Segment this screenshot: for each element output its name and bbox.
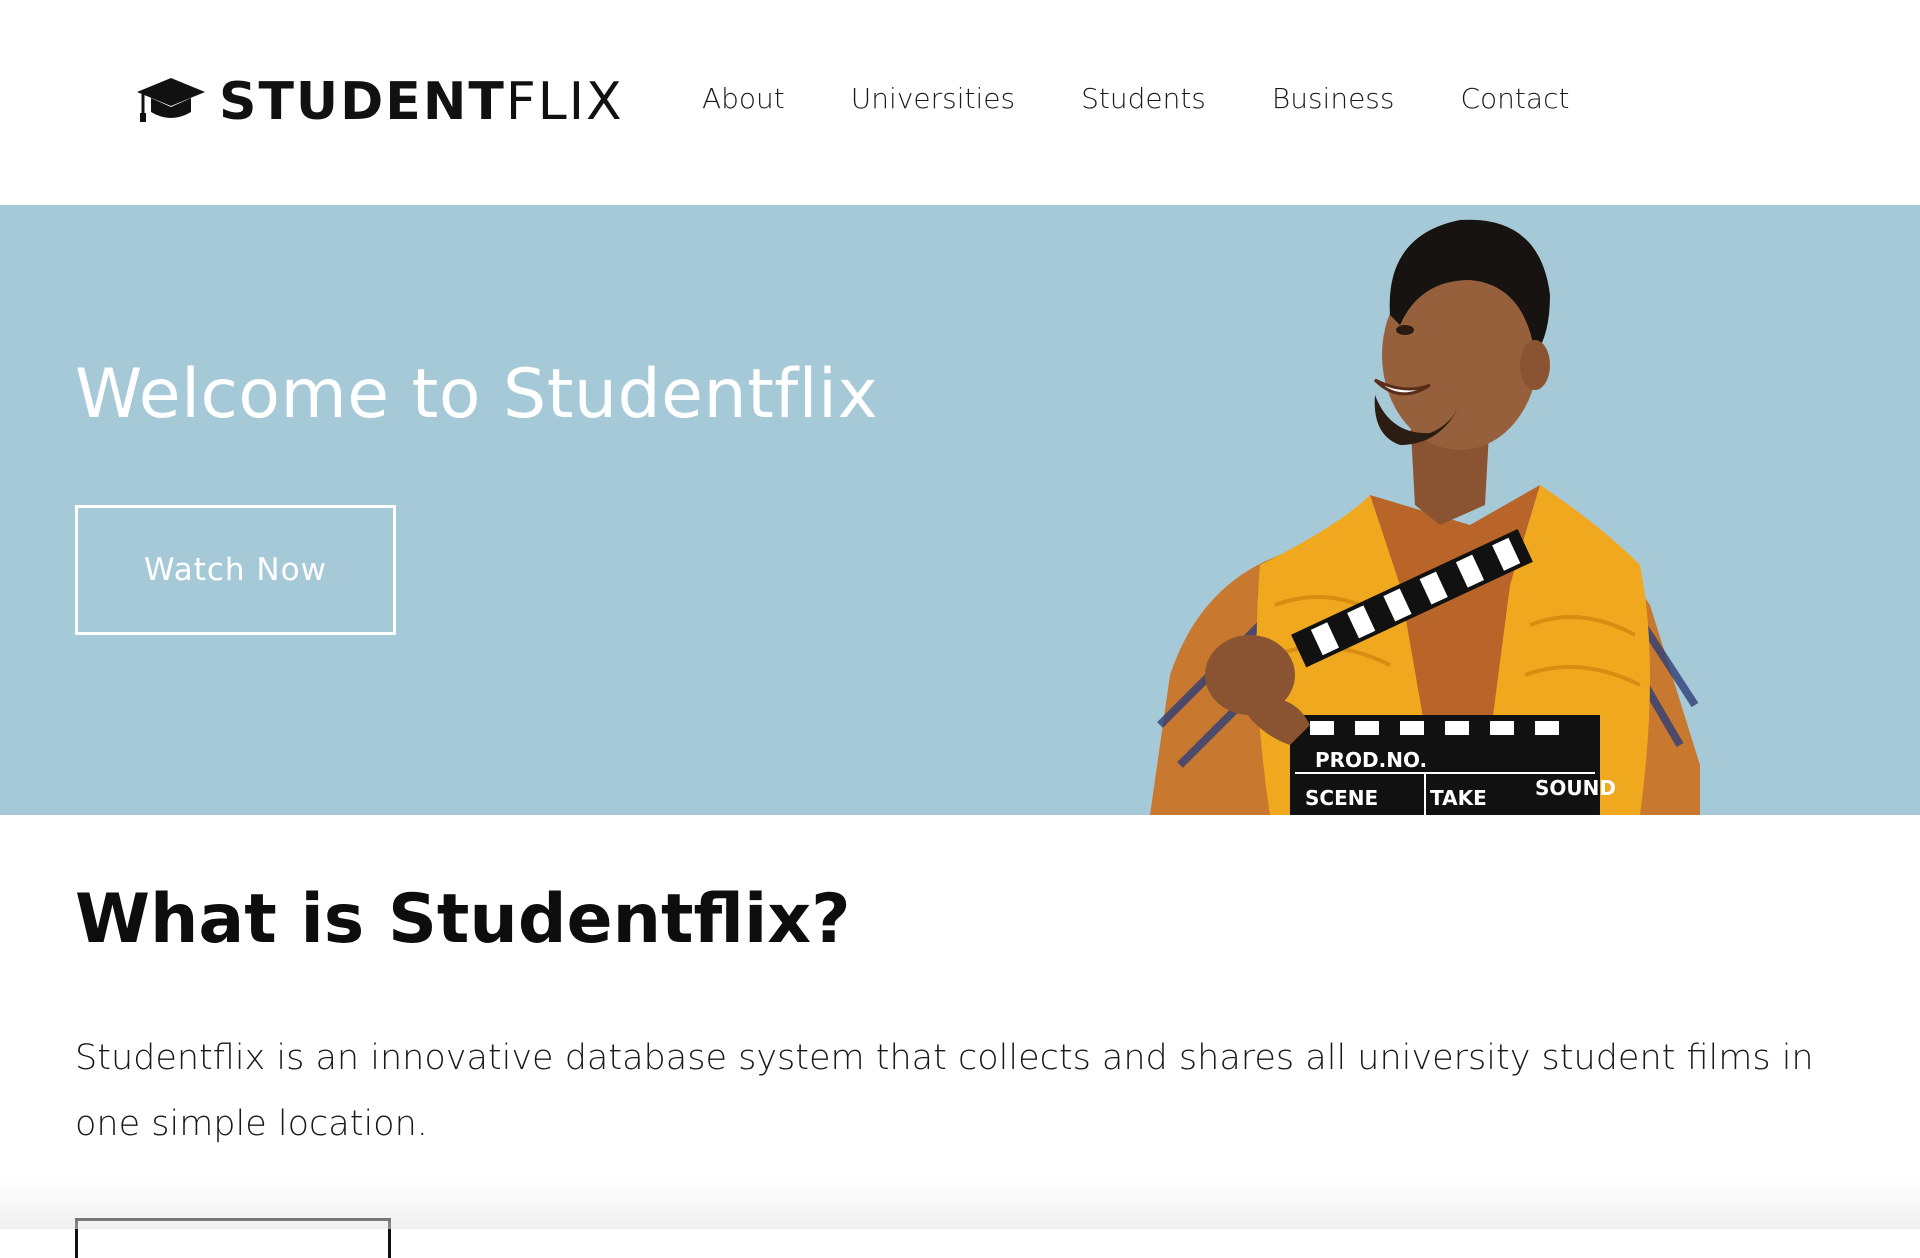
section-body: Studentflix is an innovative database sy… bbox=[75, 1038, 1814, 1144]
logo-text: STUDENTFLIX bbox=[219, 76, 624, 128]
section-title: What is Studentflix? bbox=[75, 880, 851, 959]
watch-now-button[interactable]: Watch Now bbox=[75, 505, 396, 635]
logo-text-light: FLIX bbox=[505, 72, 624, 132]
nav-business[interactable]: Business bbox=[1272, 82, 1395, 115]
site-logo[interactable]: STUDENTFLIX bbox=[135, 72, 624, 132]
clapper-prod-no: PROD.NO. bbox=[1315, 748, 1427, 772]
nav-about[interactable]: About bbox=[702, 82, 785, 115]
graduation-cap-icon bbox=[137, 78, 205, 122]
clapper-scene: SCENE bbox=[1305, 786, 1378, 810]
site-header: STUDENTFLIX About Universities Students … bbox=[0, 0, 1920, 205]
logo-text-bold: STUDENT bbox=[219, 72, 506, 132]
section-button[interactable] bbox=[75, 1218, 391, 1258]
nav-contact[interactable]: Contact bbox=[1461, 82, 1570, 115]
clapper-sound: SOUND bbox=[1535, 776, 1616, 800]
nav-students[interactable]: Students bbox=[1081, 82, 1206, 115]
main-nav: About Universities Students Business Con… bbox=[702, 82, 1569, 115]
nav-universities[interactable]: Universities bbox=[851, 82, 1015, 115]
hero-banner: Welcome to Studentflix Watch Now PROD.NO… bbox=[0, 205, 1920, 815]
hero-student-image: PROD.NO. SCENE TAKE SOUND bbox=[1150, 219, 1700, 815]
clapper-take: TAKE bbox=[1430, 786, 1487, 810]
hero-title: Welcome to Studentflix bbox=[75, 355, 879, 434]
